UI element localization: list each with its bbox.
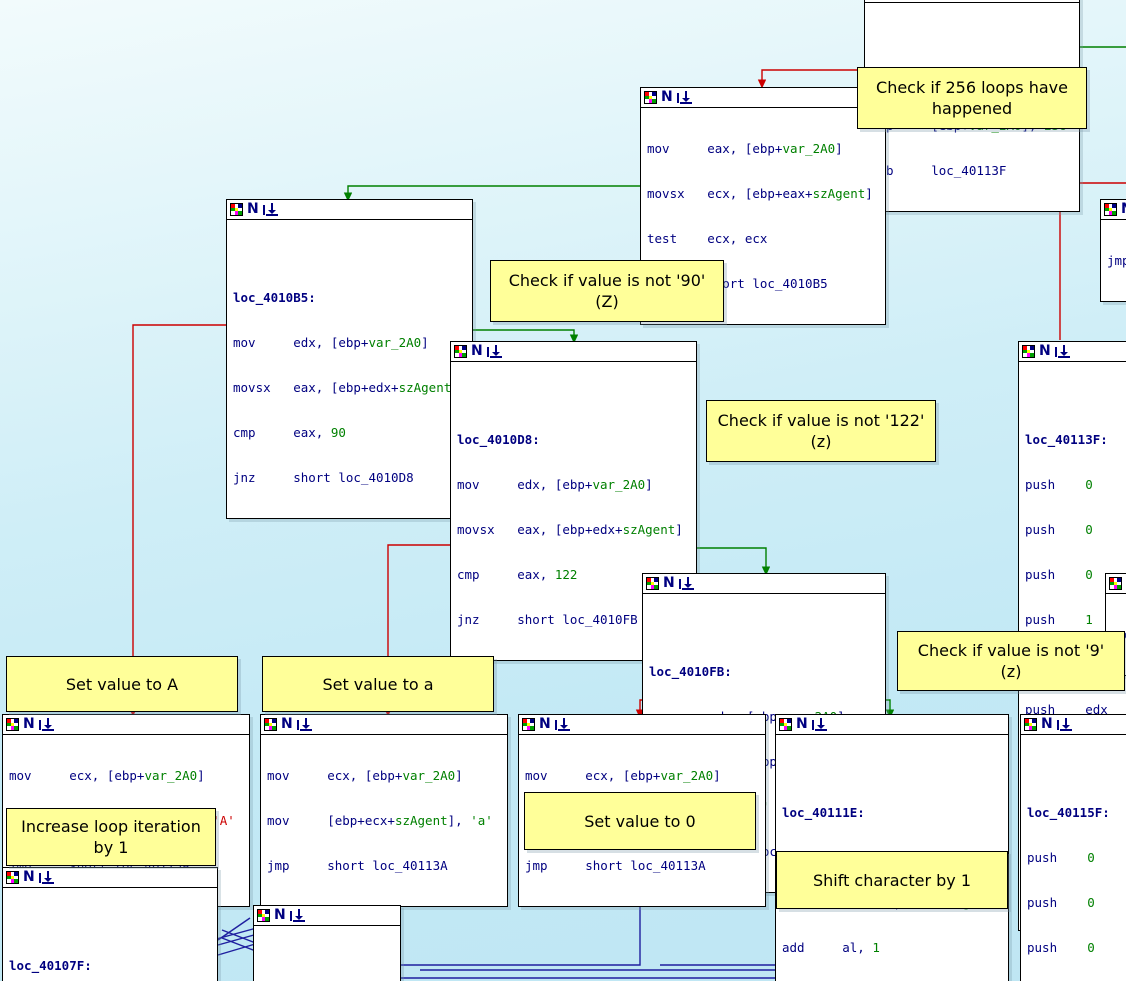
node-header: N [641,88,885,108]
color-grid-icon [6,871,19,884]
jump-down-icon [296,717,312,732]
node-letter-icon: N [1121,202,1126,216]
jump-down-icon [678,576,694,591]
comment-text: Check if 256 loops have happened [876,78,1068,118]
comment-text: Check if value is not '90' (Z) [508,271,706,311]
node-loc-40111E[interactable]: N loc_40111E: mov edx, [ebp+var_2A0] mov… [775,714,1009,981]
color-grid-icon [646,577,659,590]
node-letter-icon: N [661,89,673,105]
color-grid-icon [454,345,467,358]
node-code: loc_4010B5: mov edx, [ebp+var_2A0] movsx… [233,290,459,485]
node-header: N [3,715,249,735]
node-letter-icon: N [274,907,286,923]
node-letter-icon: N [471,343,483,359]
comment-set-value-A[interactable]: Set value to A [6,656,238,712]
node-letter-icon: N [796,716,808,732]
comment-text: Set value to a [322,674,434,694]
comment-check-256-loops[interactable]: Check if 256 loops have happened [857,67,1087,129]
jump-down-icon [38,870,54,885]
node-letter-icon: N [1041,716,1053,732]
comment-shift-character[interactable]: Shift character by 1 [776,851,1008,909]
comment-check-122[interactable]: Check if value is not '122' (z) [706,400,936,462]
node-letter-icon: N [23,869,35,885]
node-letter-icon: N [1039,343,1051,359]
node-header: N [643,574,885,594]
node-code: loc_40107F: mov edx, [ebp+var_2A0] add e… [9,958,92,973]
node-header: N [1106,574,1126,594]
jump-down-icon [1056,717,1072,732]
jump-down-icon [289,908,305,923]
comment-text: Set value to A [65,674,179,694]
comment-check-90[interactable]: Check if value is not '90' (Z) [490,260,724,322]
comment-set-value-0[interactable]: Set value to 0 [524,792,756,850]
color-grid-icon [230,203,243,216]
node-code: jmp [1107,253,1126,268]
jump-down-icon [1054,344,1070,359]
comment-text: Shift character by 1 [812,870,972,890]
node-letter-icon: N [539,716,551,732]
jump-down-icon [262,202,278,217]
comment-set-value-a[interactable]: Set value to a [262,656,494,712]
color-grid-icon [779,718,792,731]
node-header: N [3,868,217,888]
node-letter-icon: N [247,201,259,217]
node-letter-icon: N [23,716,35,732]
color-grid-icon [6,718,19,731]
node-loc-40113A[interactable]: N loc_40113A: jmp loc_40107F [253,905,401,981]
node-header: N [776,715,1008,735]
color-grid-icon [1109,577,1122,590]
node-header: N [1019,342,1126,362]
node-header: N [451,342,696,362]
node-set-value-a[interactable]: N mov ecx, [ebp+var_2A0] mov [ebp+ecx+sz… [260,714,508,907]
jump-down-icon [38,717,54,732]
graph-canvas[interactable]: N loc_40108E: cmp [ebp+var_2A0], 256 jnb… [0,0,1126,981]
color-grid-icon [1104,203,1117,216]
node-code: loc_40115F: push 0 push 0 push 0 push 0 … [1027,805,1110,955]
comment-text: Set value to 0 [584,811,696,831]
node-code: loc_40113A: jmp loc_40107F [254,926,400,981]
color-grid-icon [644,91,657,104]
node-header: N [519,715,765,735]
node-clipped-jmp[interactable]: N jmp [1100,199,1126,302]
jump-down-icon [486,344,502,359]
color-grid-icon [264,718,277,731]
node-header: N [1021,715,1126,735]
node-loc-4010B5[interactable]: N loc_4010B5: mov edx, [ebp+var_2A0] mov… [226,199,473,519]
node-letter-icon: N [281,716,293,732]
node-header: N [254,906,400,926]
color-grid-icon [257,909,270,922]
color-grid-icon [522,718,535,731]
comment-check-9[interactable]: Check if value is not '9' (z) [897,631,1125,691]
color-grid-icon [1022,345,1035,358]
jump-down-icon [554,717,570,732]
jump-down-icon [811,717,827,732]
node-loc-40107F[interactable]: N loc_40107F: mov edx, [ebp+var_2A0] add… [2,867,218,981]
node-header: N [261,715,507,735]
node-header: N [1101,200,1126,220]
jump-down-icon [676,90,692,105]
comment-text: Check if value is not '122' (z) [717,411,925,451]
node-code: mov ecx, [ebp+var_2A0] mov [ebp+ecx+szAg… [267,768,493,873]
comment-text: Check if value is not '9' (z) [917,641,1105,681]
comment-text: Increase loop iteration by 1 [21,817,201,857]
node-header: N [227,200,472,220]
node-loc-40115F[interactable]: N loc_40115F: push 0 push 0 push 0 push … [1020,714,1126,981]
color-grid-icon [1024,718,1037,731]
comment-increase-loop[interactable]: Increase loop iteration by 1 [6,808,216,866]
node-letter-icon: N [663,575,675,591]
